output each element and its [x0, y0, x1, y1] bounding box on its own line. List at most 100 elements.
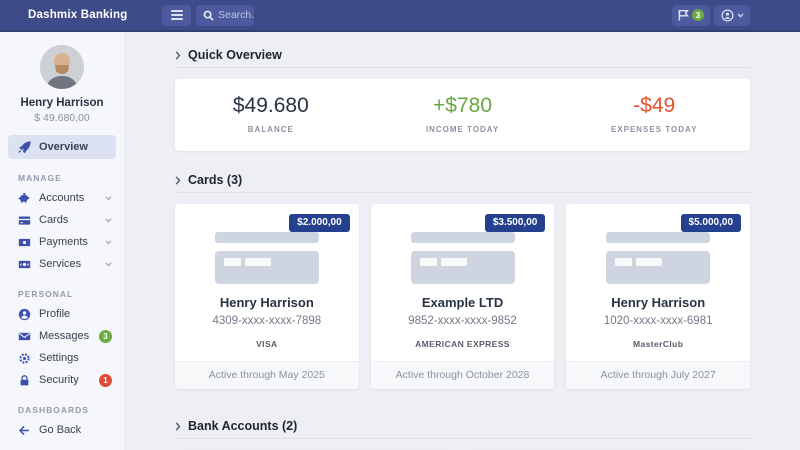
stat-balance: $49.680 BALANCE — [175, 79, 367, 151]
card-network: AMERICAN EXPRESS — [371, 339, 555, 349]
card-number: 4309-xxxx-xxxx-7898 — [175, 315, 359, 327]
cards-grid: $2.000,00 Henry Harrison 4309-xxxx-xxxx-… — [175, 204, 750, 389]
card-active-through: Active through October 2028 — [371, 361, 555, 389]
gear-icon — [18, 352, 31, 365]
card-network: MasterClub — [566, 339, 750, 349]
sidebar-user-name: Henry Harrison — [0, 97, 124, 109]
hamburger-icon — [171, 10, 183, 20]
chevron-down-icon — [737, 13, 744, 18]
sidebar-item-label: Profile — [39, 308, 112, 320]
sidebar-toggle-button[interactable] — [162, 5, 191, 26]
sidebar-item-profile[interactable]: Profile — [0, 303, 124, 325]
sidebar-item-label: Cards — [39, 214, 97, 226]
section-divider — [175, 438, 750, 439]
messages-count-badge: 3 — [99, 330, 112, 343]
cash-icon — [18, 258, 31, 271]
credit-card-icon — [18, 214, 31, 227]
card-number: 9852-xxxx-xxxx-9852 — [371, 315, 555, 327]
sidebar-section-dashboards: DASHBOARDS — [0, 391, 124, 419]
sidebar-item-payments[interactable]: Payments — [0, 231, 124, 253]
money-bill-icon — [18, 236, 31, 249]
quick-overview-panel: $49.680 BALANCE +$780 INCOME TODAY -$49 … — [175, 79, 750, 151]
card-amount-badge: $3.500,00 — [485, 214, 546, 232]
section-title: Bank Accounts (2) — [188, 419, 297, 433]
card-holder-name: Example LTD — [371, 295, 555, 310]
rocket-icon — [18, 141, 31, 154]
sidebar-item-accounts[interactable]: Accounts — [0, 187, 124, 209]
sidebar-item-label: Accounts — [39, 192, 97, 204]
income-value: +$780 — [367, 94, 559, 118]
sidebar-item-label: Overview — [39, 141, 116, 153]
section-header-bank-accounts[interactable]: Bank Accounts (2) — [175, 419, 750, 433]
balance-value: $49.680 — [175, 94, 367, 118]
credit-card-graphic-icon — [175, 232, 359, 284]
section-title: Cards (3) — [188, 173, 242, 187]
notifications-count-badge: 3 — [692, 9, 704, 21]
stat-expenses-today: -$49 EXPENSES TODAY — [558, 79, 750, 151]
sidebar-item-messages[interactable]: Messages 3 — [0, 325, 124, 347]
arrow-left-icon — [18, 424, 31, 437]
sidebar-section-personal: PERSONAL — [0, 275, 124, 303]
security-count-badge: 1 — [99, 374, 112, 387]
sidebar-item-go-back[interactable]: Go Back — [0, 419, 124, 441]
sidebar-item-services[interactable]: Services — [0, 253, 124, 275]
credit-card-tile[interactable]: $2.000,00 Henry Harrison 4309-xxxx-xxxx-… — [175, 204, 359, 389]
avatar[interactable] — [40, 45, 84, 89]
section-divider — [175, 192, 750, 193]
search-input[interactable] — [218, 9, 254, 21]
chevron-down-icon — [105, 262, 112, 267]
income-label: INCOME TODAY — [367, 125, 559, 134]
card-holder-name: Henry Harrison — [175, 295, 359, 310]
section-divider — [175, 67, 750, 68]
sidebar-item-label: Payments — [39, 236, 97, 248]
brand-title: Dashmix Banking — [0, 9, 162, 21]
sidebar-item-label: Go Back — [39, 424, 112, 436]
expenses-label: EXPENSES TODAY — [558, 125, 750, 134]
chevron-right-icon — [175, 51, 181, 60]
sidebar-item-cards[interactable]: Cards — [0, 209, 124, 231]
sidebar-item-settings[interactable]: Settings — [0, 347, 124, 369]
credit-card-graphic-icon — [371, 232, 555, 284]
sidebar-item-label: Services — [39, 258, 97, 270]
card-active-through: Active through May 2025 — [175, 361, 359, 389]
section-header-quick-overview[interactable]: Quick Overview — [175, 48, 750, 62]
sidebar-item-security[interactable]: Security 1 — [0, 369, 124, 391]
user-circle-icon — [721, 9, 734, 22]
chevron-right-icon — [175, 422, 181, 431]
credit-card-graphic-icon — [566, 232, 750, 284]
credit-card-tile[interactable]: $3.500,00 Example LTD 9852-xxxx-xxxx-985… — [371, 204, 555, 389]
credit-card-tile[interactable]: $5.000,00 Henry Harrison 1020-xxxx-xxxx-… — [566, 204, 750, 389]
sidebar-item-label: Settings — [39, 352, 112, 364]
expenses-value: -$49 — [558, 94, 750, 118]
section-title: Quick Overview — [188, 48, 282, 62]
search-bar[interactable] — [196, 5, 254, 26]
card-number: 1020-xxxx-xxxx-6981 — [566, 315, 750, 327]
sidebar: Henry Harrison $ 49.680,00 Overview MANA… — [0, 32, 125, 450]
main-content: Quick Overview $49.680 BALANCE +$780 INC… — [125, 32, 800, 450]
card-amount-badge: $5.000,00 — [681, 214, 742, 232]
sidebar-item-overview[interactable]: Overview — [8, 135, 116, 159]
sidebar-item-label: Messages — [39, 330, 91, 342]
chevron-down-icon — [105, 240, 112, 245]
card-holder-name: Henry Harrison — [566, 295, 750, 310]
sidebar-item-label: Security — [39, 374, 91, 386]
top-header: Dashmix Banking 3 — [0, 0, 800, 32]
envelope-icon — [18, 330, 31, 343]
stat-income-today: +$780 INCOME TODAY — [367, 79, 559, 151]
card-amount-badge: $2.000,00 — [289, 214, 350, 232]
section-header-cards[interactable]: Cards (3) — [175, 173, 750, 187]
flag-icon — [678, 9, 689, 21]
piggy-bank-icon — [18, 192, 31, 205]
user-menu-button[interactable] — [714, 5, 750, 26]
search-icon — [203, 10, 214, 21]
user-circle-icon — [18, 308, 31, 321]
balance-label: BALANCE — [175, 125, 367, 134]
chevron-right-icon — [175, 176, 181, 185]
chevron-down-icon — [105, 218, 112, 223]
sidebar-user-balance: $ 49.680,00 — [0, 112, 124, 124]
chevron-down-icon — [105, 196, 112, 201]
lock-icon — [18, 374, 31, 387]
notifications-button[interactable]: 3 — [672, 5, 710, 26]
card-network: VISA — [175, 339, 359, 349]
sidebar-section-manage: MANAGE — [0, 159, 124, 187]
